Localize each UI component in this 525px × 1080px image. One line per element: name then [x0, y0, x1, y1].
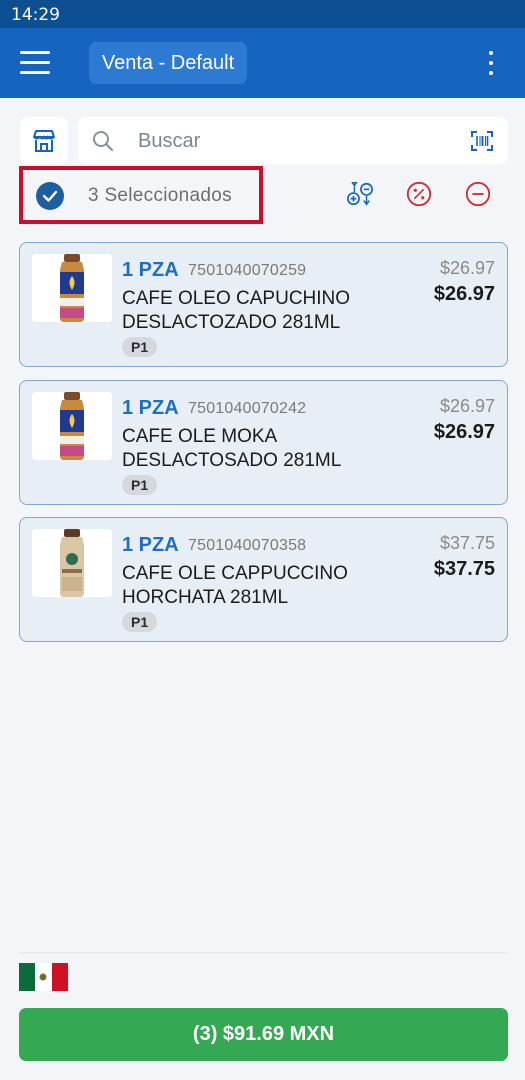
- original-price: $26.97: [439, 258, 495, 278]
- product-image: [32, 254, 112, 322]
- status-time: 14:29: [11, 5, 60, 25]
- adjust-quantity-icon[interactable]: [346, 180, 374, 208]
- product-card[interactable]: 1 PZA 7501040070358 CAFE OLE CAPPUCCINO …: [19, 517, 508, 642]
- price-list-badge: P1: [122, 612, 158, 632]
- checkmark-icon: [42, 190, 58, 202]
- item-barcode: 7501040070358: [188, 537, 307, 554]
- item-name-line: DESLACTOSADO 281ML: [122, 450, 342, 471]
- item-name-line: CAFE OLEO CAPUCHINO: [122, 288, 351, 309]
- selected-count-label: 3 Seleccionados: [88, 185, 232, 206]
- item-name: CAFE OLE CAPPUCCINO HORCHATA 281ML: [122, 562, 412, 610]
- product-card[interactable]: 1 PZA 7501040070259 CAFE OLEO CAPUCHINO …: [19, 242, 508, 367]
- item-quantity: 1 PZA: [122, 534, 179, 556]
- product-card[interactable]: 1 PZA 7501040070242 CAFE OLE MOKA DESLAC…: [19, 380, 508, 505]
- price-list-badge: P1: [122, 475, 158, 495]
- item-name-line: DESLACTOZADO 281ML: [122, 312, 341, 333]
- sale-title-label: Venta - Default: [101, 51, 235, 74]
- item-name-line: CAFE OLE MOKA: [122, 426, 278, 447]
- item-name: CAFE OLEO CAPUCHINO DESLACTOZADO 281ML: [122, 287, 412, 335]
- item-barcode: 7501040070242: [188, 400, 307, 417]
- sale-title-button[interactable]: Venta - Default: [89, 42, 247, 84]
- remove-icon[interactable]: [464, 180, 492, 208]
- product-image: [32, 392, 112, 460]
- selection-summary: 3 Seleccionados: [19, 166, 263, 224]
- store-icon: [33, 129, 55, 152]
- price-list-badge: P1: [122, 337, 158, 357]
- original-price: $37.75: [439, 533, 495, 553]
- checkout-total-label: (3) $91.69 MXN: [192, 1023, 335, 1045]
- barcode-scan-icon[interactable]: [471, 131, 493, 151]
- store-button[interactable]: [20, 117, 68, 164]
- hamburger-menu-icon[interactable]: [20, 51, 50, 75]
- more-options-icon[interactable]: [484, 50, 498, 76]
- search-icon: [93, 131, 114, 152]
- select-all-checkbox[interactable]: [36, 182, 64, 210]
- original-price: $26.97: [439, 396, 495, 416]
- footer-divider: [19, 952, 508, 953]
- item-price: $26.97: [433, 421, 495, 443]
- product-image: [32, 529, 112, 597]
- app-bar: Venta - Default: [0, 28, 525, 98]
- item-name-line: CAFE OLE CAPPUCCINO: [122, 563, 348, 584]
- item-price: $37.75: [433, 558, 495, 580]
- discount-icon[interactable]: [405, 180, 433, 208]
- item-quantity: 1 PZA: [122, 259, 179, 281]
- status-bar: 14:29: [0, 0, 525, 28]
- item-barcode: 7501040070259: [188, 262, 307, 279]
- item-name: CAFE OLE MOKA DESLACTOSADO 281ML: [122, 425, 412, 473]
- search-bar: [78, 117, 508, 164]
- item-quantity: 1 PZA: [122, 397, 179, 419]
- mexico-flag-icon: [19, 963, 68, 991]
- checkout-total-button[interactable]: (3) $91.69 MXN: [19, 1008, 508, 1061]
- search-input[interactable]: [138, 127, 458, 155]
- item-price: $26.97: [433, 283, 495, 305]
- item-name-line: HORCHATA 281ML: [122, 587, 289, 608]
